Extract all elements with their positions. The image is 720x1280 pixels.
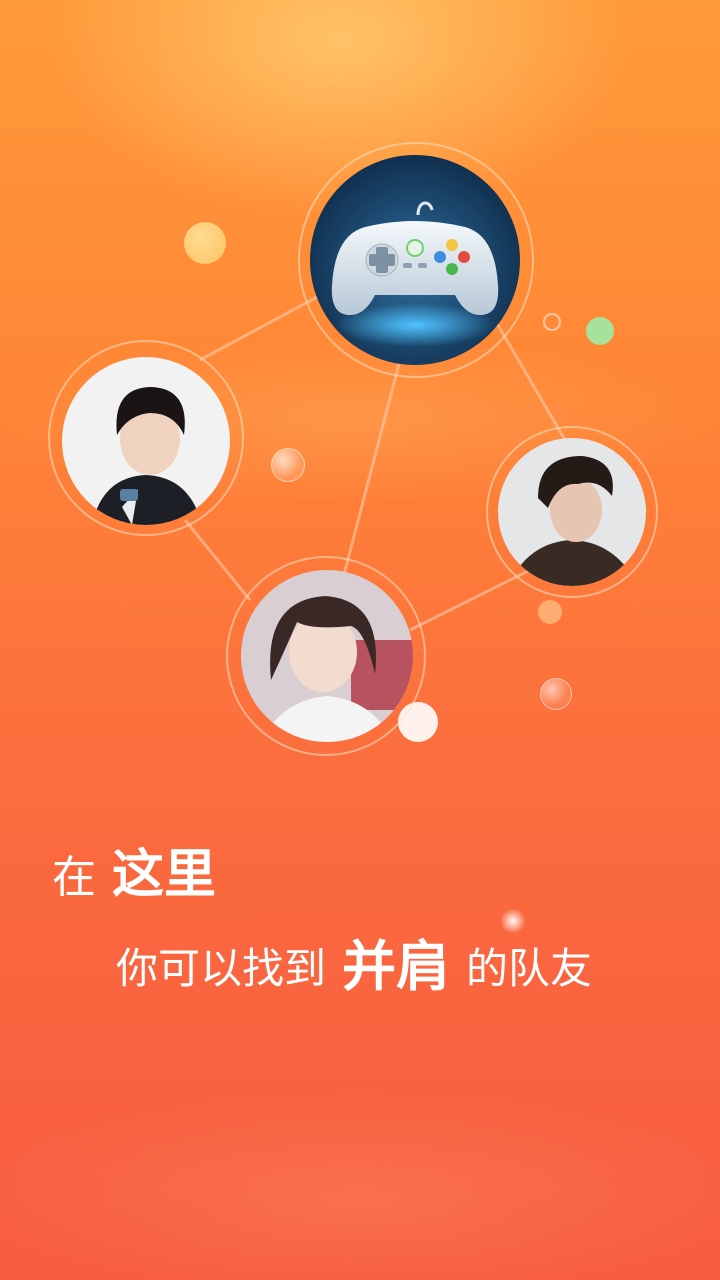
avatar-player-2[interactable] [241,570,413,742]
bubble-peach [538,600,562,624]
bubble-yellow [184,222,226,264]
subheadline-suffix: 的队友 [466,944,593,993]
headline-emphasis: 这里 [112,845,217,905]
headline-line-1: 在这里 [52,832,216,907]
sparkle-decoration [498,906,528,936]
bubble-small-clear [543,313,561,331]
avatar-player-1[interactable] [62,357,230,525]
headline-prefix: 在 [52,852,96,903]
bubble-green [586,317,614,345]
gamepad-icon[interactable] [310,155,520,365]
bubble-clear [271,448,305,482]
subheadline-emphasis: 并肩 [342,935,451,998]
subheadline-prefix: 你可以找到 [116,944,327,993]
avatar-player-3[interactable] [498,438,646,586]
bubble-clear-2 [540,678,572,710]
